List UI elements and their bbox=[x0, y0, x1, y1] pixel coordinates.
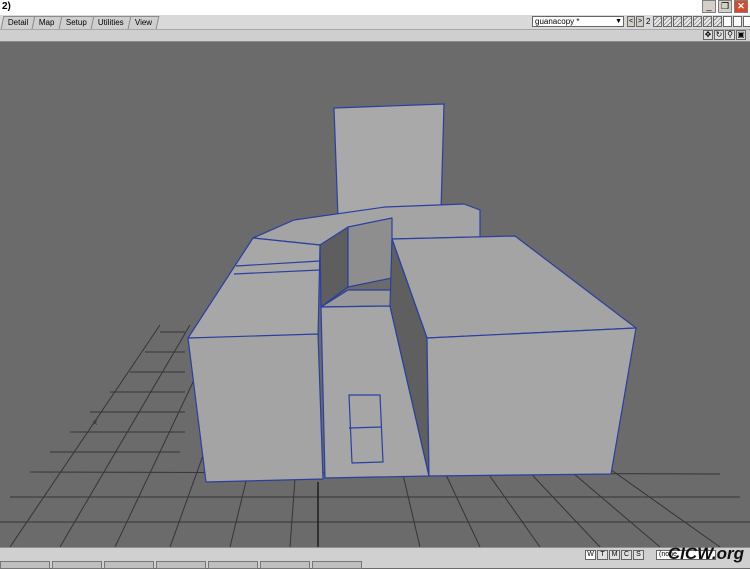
tab-detail[interactable]: Detail bbox=[0, 16, 36, 29]
move-view-icon[interactable]: ✥ bbox=[703, 30, 713, 40]
view-button-c[interactable]: C bbox=[621, 550, 632, 560]
layer-nav: < > bbox=[627, 16, 644, 27]
prev-layer-button[interactable]: < bbox=[627, 16, 635, 27]
window-title: 2) bbox=[2, 1, 11, 12]
window-controls: _ ❐ ✕ bbox=[702, 0, 748, 13]
layer-button[interactable] bbox=[743, 16, 750, 27]
zoom-view-icon[interactable]: ⚲ bbox=[725, 30, 735, 40]
bottom-tab[interactable] bbox=[208, 561, 258, 569]
layer-button[interactable] bbox=[703, 16, 712, 27]
bottom-tab[interactable] bbox=[0, 561, 50, 569]
viewport-toolstrip: ✥ ↻ ⚲ ▣ bbox=[0, 30, 750, 42]
bottom-tab[interactable] bbox=[156, 561, 206, 569]
object-select-value: guanacopy * bbox=[535, 17, 580, 26]
bottom-panel-tabs bbox=[0, 561, 364, 569]
view-type-buttons: WTMCS bbox=[585, 550, 644, 560]
menu-tabs-bar: Detail Map Setup Utilities View guanacop… bbox=[0, 15, 750, 30]
object-select[interactable]: guanacopy * ▼ bbox=[532, 16, 624, 27]
tab-setup[interactable]: Setup bbox=[58, 16, 95, 29]
layer-button[interactable] bbox=[723, 16, 732, 27]
bottom-tab[interactable] bbox=[312, 561, 362, 569]
layer-number: 2 bbox=[646, 17, 651, 26]
layer-button[interactable] bbox=[653, 16, 662, 27]
mesh-object bbox=[187, 103, 637, 483]
next-layer-button[interactable]: > bbox=[636, 16, 644, 27]
status-bar: WTMCS (none CICW.org bbox=[0, 544, 750, 569]
layer-button[interactable] bbox=[683, 16, 692, 27]
maximize-view-icon[interactable]: ▣ bbox=[736, 30, 746, 40]
layer-buttons bbox=[653, 16, 750, 27]
view-button-t[interactable]: T bbox=[597, 550, 608, 560]
3d-viewport[interactable]: × bbox=[0, 42, 750, 547]
layer-button[interactable] bbox=[663, 16, 672, 27]
origin-marker: × bbox=[92, 418, 98, 429]
view-button-w[interactable]: W bbox=[585, 550, 596, 560]
view-button-s[interactable]: S bbox=[633, 550, 644, 560]
bottom-tab[interactable] bbox=[260, 561, 310, 569]
viewport-canvas: × bbox=[0, 103, 750, 547]
dropdown-arrow-icon: ▼ bbox=[615, 18, 622, 25]
bottom-tab[interactable] bbox=[104, 561, 154, 569]
rotate-view-icon[interactable]: ↻ bbox=[714, 30, 724, 40]
viewport-controls: ✥ ↻ ⚲ ▣ bbox=[703, 30, 746, 40]
layer-button[interactable] bbox=[673, 16, 682, 27]
minimize-button[interactable]: _ bbox=[702, 0, 716, 13]
tab-view[interactable]: View bbox=[127, 16, 160, 29]
close-button[interactable]: ✕ bbox=[734, 0, 748, 13]
layer-button[interactable] bbox=[713, 16, 722, 27]
restore-button[interactable]: ❐ bbox=[718, 0, 732, 13]
layer-button[interactable] bbox=[733, 16, 742, 27]
bottom-tab[interactable] bbox=[52, 561, 102, 569]
tab-strip: Detail Map Setup Utilities View bbox=[0, 16, 160, 29]
watermark: CICW.org bbox=[667, 544, 744, 563]
tab-utilities[interactable]: Utilities bbox=[90, 16, 132, 29]
title-bar: 2) _ ❐ ✕ bbox=[0, 0, 750, 16]
layer-button[interactable] bbox=[693, 16, 702, 27]
view-button-m[interactable]: M bbox=[609, 550, 620, 560]
